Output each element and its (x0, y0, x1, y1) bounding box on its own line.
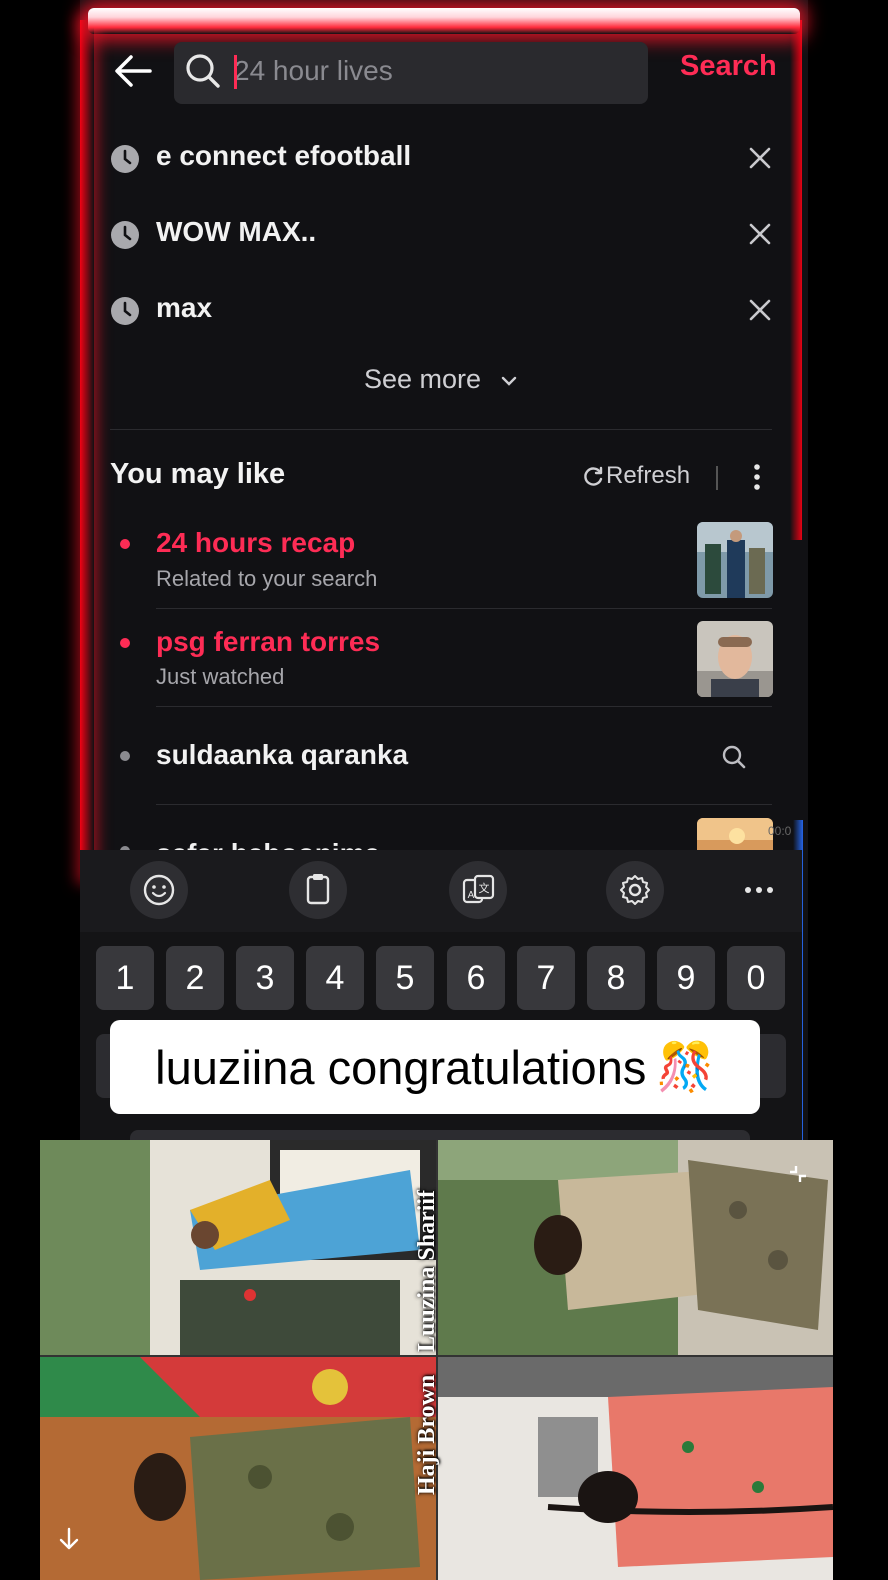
separator (716, 466, 718, 490)
row-divider (156, 706, 772, 707)
photo-bottom-left (40, 1357, 436, 1580)
text-cursor (234, 55, 237, 89)
emoji-icon (143, 874, 175, 906)
close-icon[interactable] (746, 296, 774, 324)
history-item[interactable]: e connect efootball (108, 140, 780, 184)
red-glow-right (790, 20, 802, 540)
svg-text:文: 文 (479, 881, 490, 895)
key-8[interactable]: 8 (587, 946, 645, 1010)
chevron-down-icon[interactable] (500, 372, 518, 390)
key-6[interactable]: 6 (447, 946, 505, 1010)
translate-button[interactable]: 文 A (449, 861, 507, 919)
suggestion-thumbnail[interactable] (697, 621, 773, 697)
refresh-button[interactable]: Refresh (606, 462, 690, 490)
suggestion-subtitle: Just watched (156, 664, 285, 689)
see-more-button[interactable]: See more (364, 364, 481, 395)
video-duration: 00:0 (768, 824, 792, 838)
video-caption: luuziina congratulations 🎊 (110, 1020, 760, 1114)
key-1[interactable]: 1 (96, 946, 154, 1010)
key-4[interactable]: 4 (306, 946, 364, 1010)
trending-dot (120, 638, 130, 648)
clock-icon (111, 297, 139, 325)
suggestion-title[interactable]: suldaanka qaranka (156, 739, 408, 771)
emoji-button[interactable] (130, 861, 188, 919)
red-glow-top (88, 8, 800, 34)
history-label: WOW MAX.. (156, 216, 317, 247)
key-2[interactable]: 2 (166, 946, 224, 1010)
close-icon[interactable] (746, 144, 774, 172)
photo-collage: Luuzina Shariif Haji Brown (40, 1140, 833, 1580)
refresh-icon[interactable] (582, 466, 604, 488)
back-arrow-icon[interactable] (112, 50, 154, 92)
suggestion-subtitle: Related to your search (156, 566, 378, 591)
svg-text:A: A (468, 890, 475, 901)
name-label-bottom: Haji Brown (414, 1374, 440, 1495)
red-glow-left (80, 20, 94, 880)
settings-button[interactable] (606, 861, 664, 919)
suggestion-thumbnail[interactable] (697, 522, 773, 598)
name-label-top: Luuzina Shariif (414, 1189, 440, 1352)
suggestion-title: safar haboonima (156, 838, 380, 850)
close-icon[interactable] (746, 220, 774, 248)
key-3[interactable]: 3 (236, 946, 294, 1010)
search-icon (186, 54, 220, 88)
suggestion-row-clipped[interactable]: safar haboonima 00:0 (100, 818, 800, 850)
keyboard-toolbar (80, 850, 802, 932)
suggestion-dot (120, 751, 130, 761)
suggestion-title[interactable]: psg ferran torres (156, 626, 380, 658)
key-7[interactable]: 7 (517, 946, 575, 1010)
row-divider (156, 804, 772, 805)
history-item[interactable]: max (108, 292, 780, 336)
scroll-down-icon[interactable] (56, 1526, 82, 1552)
trending-dot (120, 539, 130, 549)
translate-icon: 文 A (462, 874, 495, 904)
key-0[interactable]: 0 (727, 946, 785, 1010)
section-divider (110, 429, 772, 430)
photo-top-left (40, 1140, 436, 1355)
suggestion-thumbnail (697, 818, 773, 850)
suggestion-title[interactable]: 24 hours recap (156, 527, 355, 559)
row-divider (156, 608, 772, 609)
caption-text: luuziina congratulations (155, 1040, 647, 1094)
history-label: e connect efootball (156, 140, 412, 171)
history-label: max (156, 292, 213, 323)
search-icon[interactable] (721, 744, 747, 770)
more-vertical-icon[interactable] (750, 462, 764, 492)
party-popper-icon: 🎊 (656, 1040, 715, 1093)
photo-bottom-right (438, 1357, 833, 1580)
photo-top-right (438, 1140, 833, 1355)
search-button[interactable]: Search (680, 50, 777, 83)
search-input[interactable] (234, 52, 634, 90)
more-horizontal-icon[interactable] (744, 880, 774, 900)
collapse-icon[interactable] (786, 1162, 810, 1186)
key-5[interactable]: 5 (376, 946, 434, 1010)
key-9[interactable]: 9 (657, 946, 715, 1010)
history-item[interactable]: WOW MAX.. (108, 216, 780, 260)
clock-icon (111, 145, 139, 173)
clipboard-icon (306, 874, 330, 905)
you-may-like-heading: You may like (110, 458, 286, 490)
clipboard-button[interactable] (289, 861, 347, 919)
settings-icon (620, 875, 650, 905)
clock-icon (111, 221, 139, 249)
